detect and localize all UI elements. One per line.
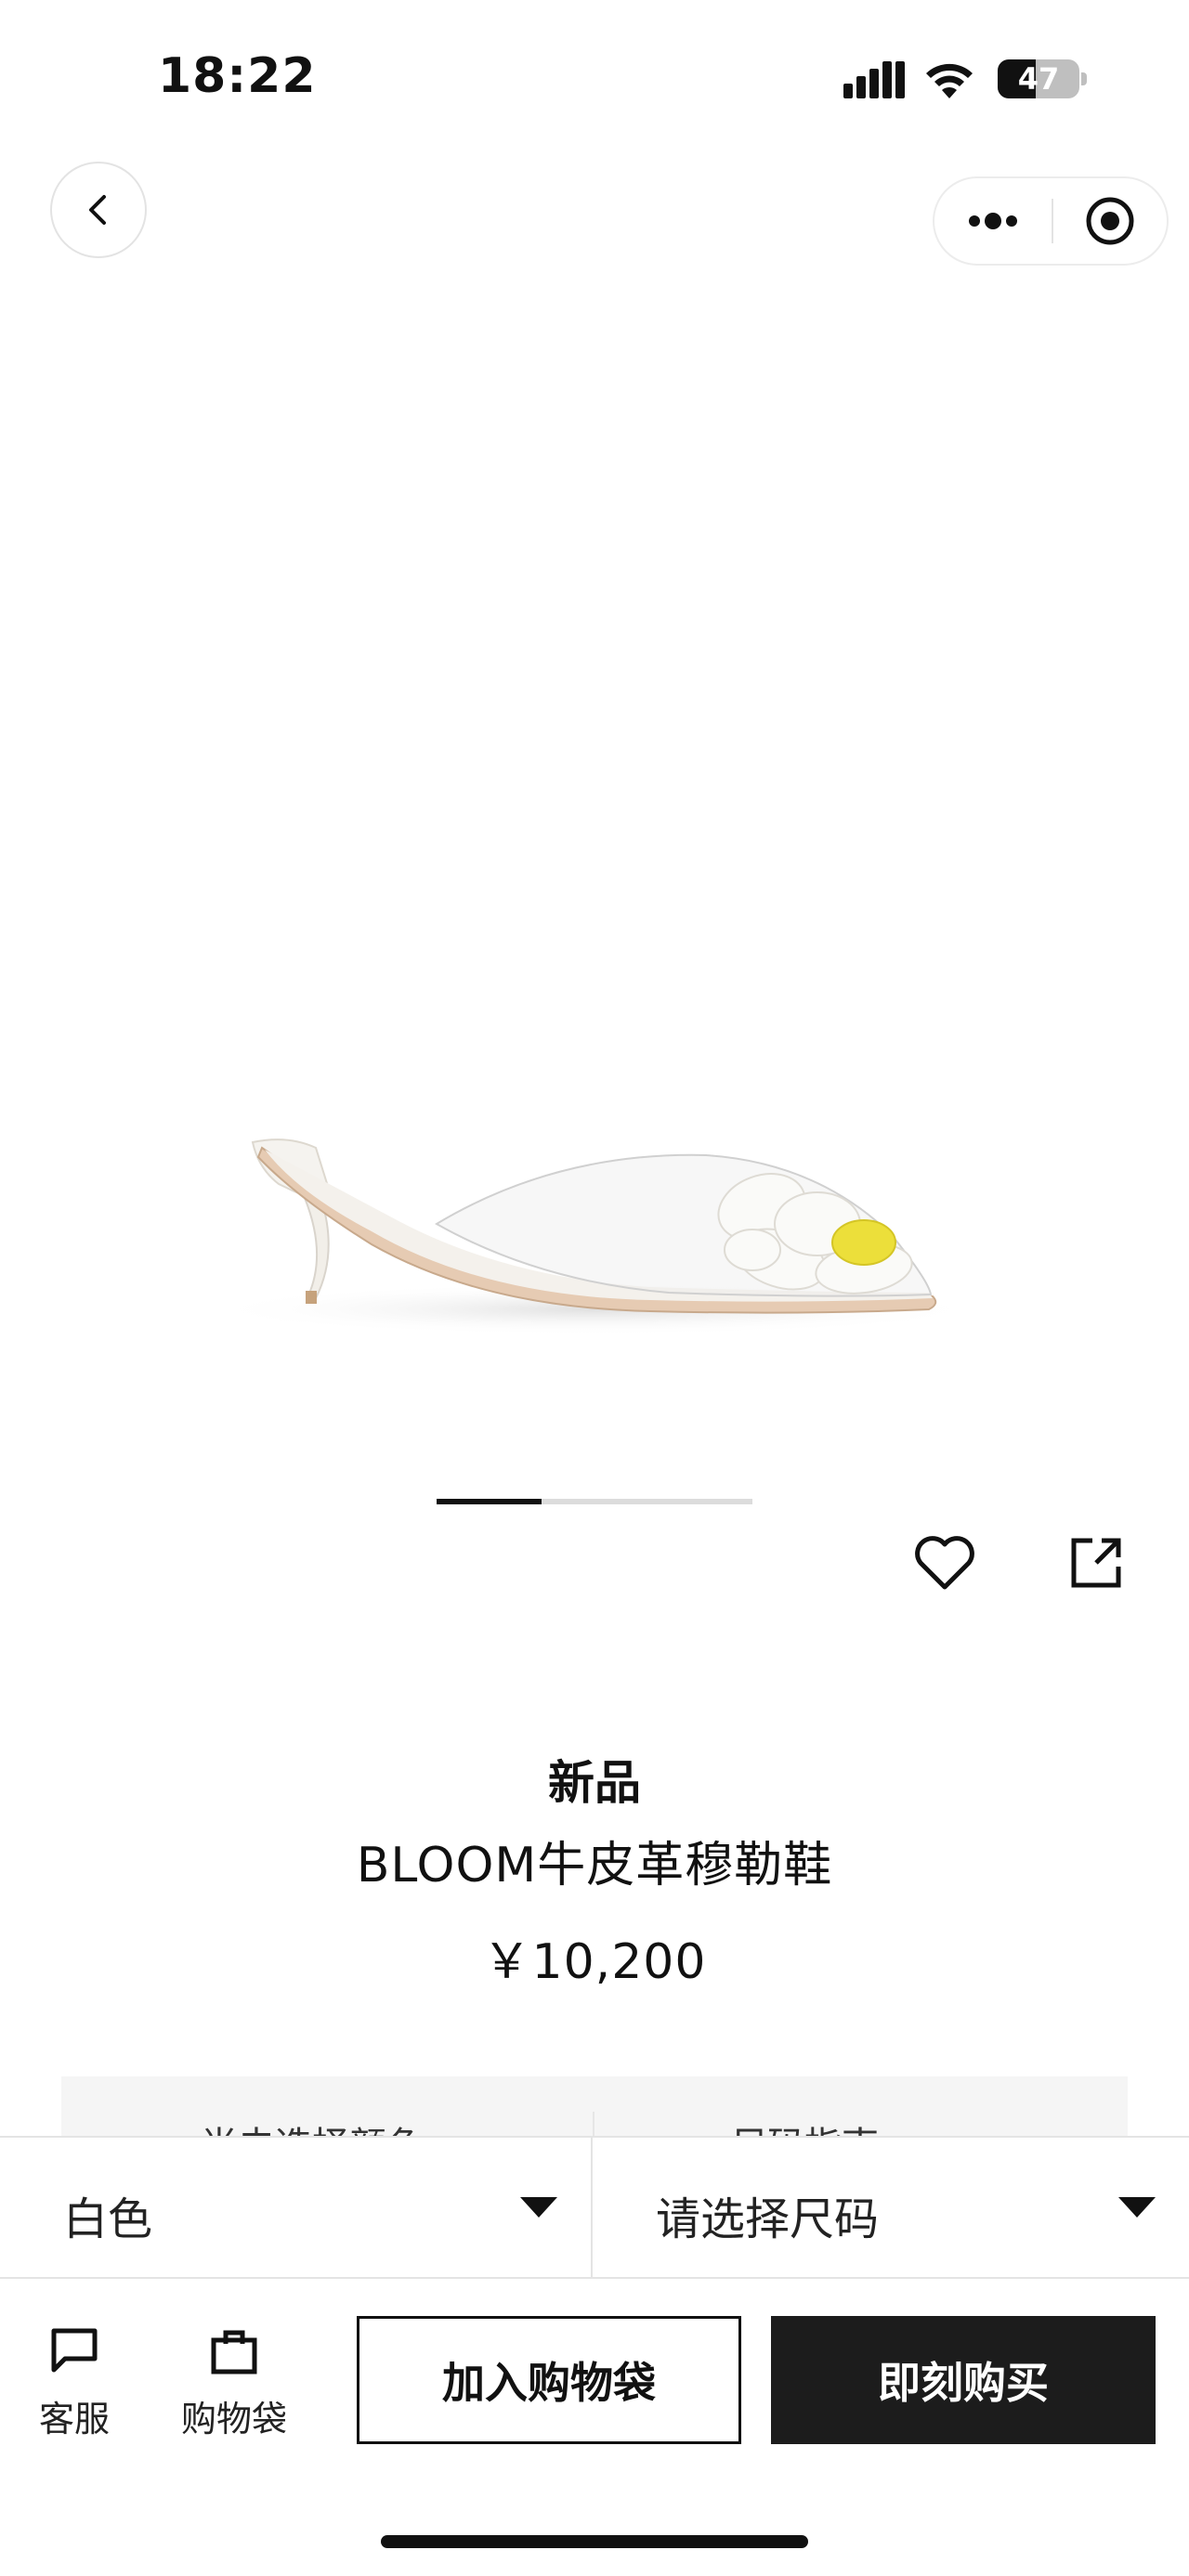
color-select[interactable]: 白色 [0,2138,591,2277]
more-button[interactable] [934,178,1052,264]
wifi-icon [926,63,973,98]
caret-down-icon [1118,2197,1156,2218]
cellular-signal-icon [843,61,905,98]
image-pager [437,1499,752,1504]
more-dots-icon [969,213,1017,229]
size-guide-link[interactable]: 尺码指南 [730,2115,879,2136]
chevron-left-icon [89,195,106,225]
caret-down-icon [520,2197,557,2218]
customer-service-button[interactable]: 客服 [26,2322,123,2442]
product-title: BLOOM牛皮革穆勒鞋 [356,1838,833,1893]
product-price: ￥10,200 [482,1934,707,1990]
battery-level: 47 [1017,61,1060,97]
new-badge: 新品 [548,1756,641,1810]
shopping-bag-button[interactable]: 购物袋 [167,2322,301,2442]
mini-program-capsule [933,176,1169,266]
share-icon [1071,1538,1121,1588]
status-time: 18:22 [158,48,317,104]
pager-active-segment [437,1499,542,1504]
battery-indicator: 47 [998,59,1087,98]
heart-icon [915,1536,974,1590]
shopping-bag-icon [211,2330,257,2374]
size-select-placeholder: 请选择尺码 [656,2193,880,2245]
chat-bubble-icon [51,2328,98,2373]
home-indicator [381,2535,808,2548]
shopping-bag-label: 购物袋 [180,2399,287,2439]
share-button[interactable] [1059,1529,1133,1597]
customer-service-label: 客服 [38,2399,110,2439]
product-image[interactable] [0,306,1189,1467]
variant-select-bar: 白色 请选择尺码 [0,2136,1189,2279]
favorite-button[interactable] [907,1529,983,1597]
record-target-icon [1086,197,1134,245]
buy-now-button[interactable]: 即刻购买 [771,2316,1156,2444]
close-miniprogram-button[interactable] [1053,178,1167,264]
size-select[interactable]: 请选择尺码 [594,2138,1189,2277]
info-row: 尚未选择颜色 尺码指南 [61,2076,1128,2136]
color-select-value: 白色 [63,2193,153,2245]
back-button[interactable] [50,162,147,258]
add-to-bag-button[interactable]: 加入购物袋 [357,2316,741,2444]
color-hint-label[interactable]: 尚未选择颜色 [201,2115,424,2136]
